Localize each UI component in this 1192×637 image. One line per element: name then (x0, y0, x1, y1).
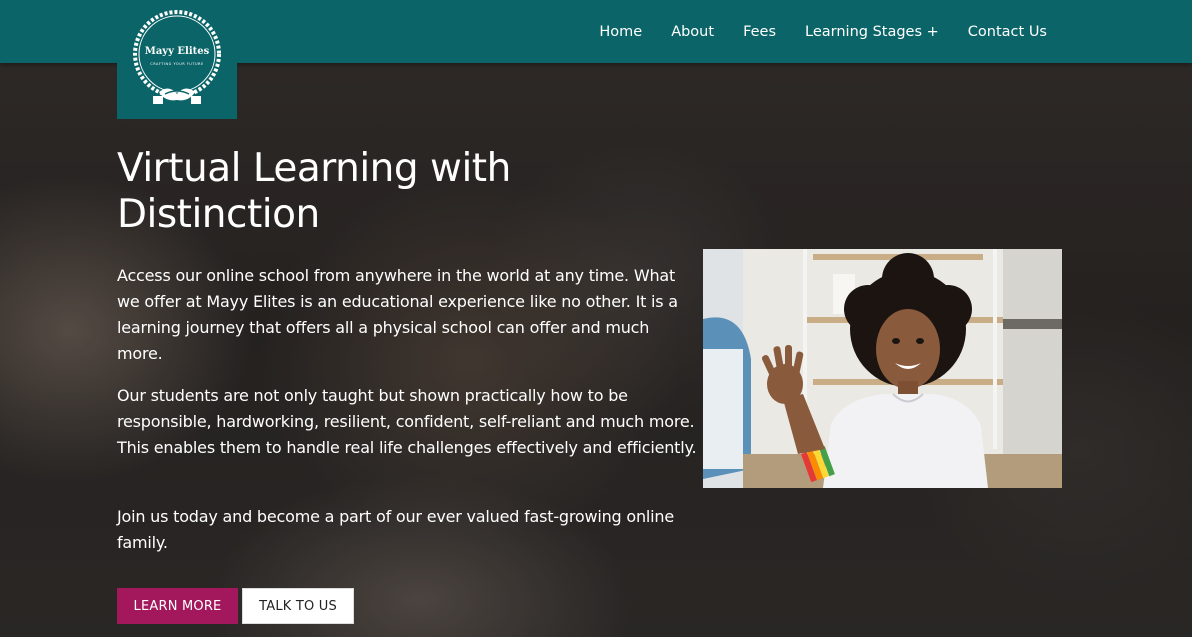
hero-paragraph-3: Join us today and become a part of our e… (117, 507, 674, 552)
nav-about[interactable]: About (671, 24, 714, 40)
hero-paragraph-2: Our students are not only taught but sho… (117, 386, 697, 457)
main-nav: Home About Fees Learning Stages + Contac… (599, 0, 1047, 63)
learn-more-button[interactable]: LEARN MORE (117, 588, 238, 624)
site-logo[interactable]: Mayy Elites CRAFTING YOUR FUTURE (117, 0, 237, 119)
nav-home[interactable]: Home (599, 24, 642, 40)
rope-wreath-icon (133, 10, 221, 104)
nav-learning-stages[interactable]: Learning Stages + (805, 24, 939, 40)
logo-tagline: CRAFTING YOUR FUTURE (150, 62, 204, 66)
hero-paragraph-1: Access our online school from anywhere i… (117, 266, 678, 363)
waving-student-image (703, 249, 1062, 488)
nav-fees[interactable]: Fees (743, 24, 776, 40)
nav-contact-us[interactable]: Contact Us (968, 24, 1047, 40)
student-photo (703, 249, 1062, 488)
hero-title: Virtual Learning with Distinction (117, 146, 511, 237)
logo-name: Mayy Elites (144, 46, 210, 57)
talk-to-us-button[interactable]: TALK TO US (242, 588, 354, 624)
